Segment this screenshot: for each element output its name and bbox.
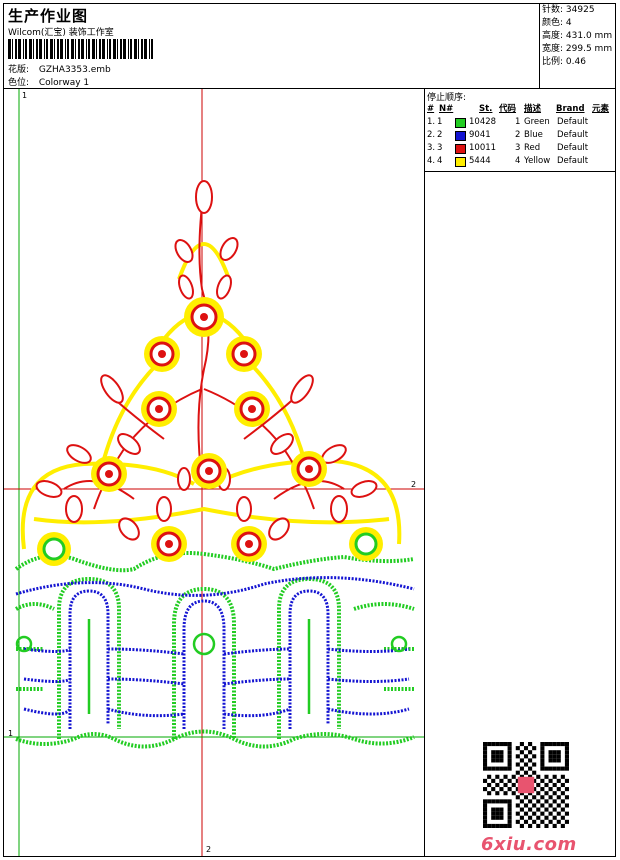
cell-n: 4 (437, 156, 443, 166)
stat-scale: 比例: 0.46 (542, 57, 586, 67)
cell-desc: Blue (524, 130, 543, 140)
colorway-row: 色位: Colorway 1 (8, 75, 89, 88)
table-row[interactable]: 1. 1 10428 1 Green Default (427, 116, 615, 129)
band-ornaments (15, 619, 408, 714)
cell-code: 3 (515, 143, 521, 153)
stat-width: 宽度: 299.5 mm (542, 44, 613, 54)
guide-label-top: 1 (22, 91, 28, 100)
cell-brand: Default (557, 117, 589, 127)
barcode (8, 39, 153, 59)
design-file-label: 花版: (8, 65, 30, 75)
color-swatch (455, 144, 466, 154)
cell-desc: Yellow (524, 156, 551, 166)
design-file-row: 花版: GZHA3353.emb (8, 62, 111, 75)
cell-stitches: 5444 (469, 156, 491, 166)
stat-stitches: 针数: 34925 (542, 5, 595, 15)
cell-desc: Red (524, 143, 541, 153)
cell-idx: 4. (427, 156, 436, 166)
cell-desc: Green (524, 117, 550, 127)
cell-brand: Default (557, 143, 589, 153)
watermark-site: 6xiu.com (481, 834, 577, 855)
table-row[interactable]: 3. 3 10011 3 Red Default (427, 142, 615, 155)
stat-colors: 颜色: 4 (542, 18, 572, 28)
stop-sequence-title: 停止顺序: (427, 93, 467, 103)
cell-idx: 3. (427, 143, 436, 153)
colorway-value: Colorway 1 (38, 78, 90, 88)
stop-sequence-table: # N# St. 代码 描述 Brand 元素 1. 1 10428 1 Green De… (427, 103, 615, 168)
cell-idx: 1. (427, 117, 436, 127)
color-swatch (455, 157, 466, 167)
cell-stitches: 9041 (469, 130, 491, 140)
stat-height: 高度: 431.0 mm (542, 31, 613, 41)
cell-n: 3 (437, 143, 443, 153)
page-title: 生产作业图 (8, 7, 89, 25)
panel-divider (425, 171, 616, 172)
table-row[interactable]: 4. 4 5444 4 Yellow Default (427, 155, 615, 168)
guide-label-left: 1 (8, 729, 14, 738)
color-swatch (455, 131, 466, 141)
cell-stitches: 10428 (469, 117, 497, 127)
stats-panel: 针数: 34925 颜色: 4 高度: 431.0 mm 宽度: 299.5 m… (539, 4, 616, 88)
guide-label-bottom: 2 (206, 845, 212, 854)
cell-n: 1 (437, 117, 443, 127)
color-swatch (455, 118, 466, 128)
cell-stitches: 10011 (469, 143, 497, 153)
cell-idx: 2. (427, 130, 436, 140)
blue-band (15, 576, 415, 729)
guide-label-right: 2 (411, 480, 417, 489)
header-block: 生产作业图 Wilcom(汇宝) 装饰工作室 花版: GZHA3353.emb … (4, 4, 615, 89)
cell-code: 2 (515, 130, 521, 140)
cell-brand: Default (557, 156, 589, 166)
qr-code[interactable] (483, 742, 569, 828)
worksheet: 生产作业图 Wilcom(汇宝) 装饰工作室 花版: GZHA3353.emb … (3, 3, 616, 857)
cell-code: 4 (515, 156, 521, 166)
cell-n: 2 (437, 130, 443, 140)
embroidery-design (4, 89, 424, 856)
studio-name: Wilcom(汇宝) 装饰工作室 (8, 28, 114, 38)
design-file-value: GZHA3353.emb (38, 65, 111, 75)
cell-code: 1 (515, 117, 521, 127)
color-panel: 停止顺序: # N# St. 代码 描述 Brand 元素 1. 1 10428 1 G… (424, 89, 616, 856)
cell-brand: Default (557, 130, 589, 140)
table-header: # N# St. 代码 描述 Brand 元素 (427, 104, 610, 114)
flowers (37, 297, 383, 566)
design-canvas[interactable]: 1 2 1 2 (4, 89, 424, 856)
table-row[interactable]: 2. 2 9041 2 Blue Default (427, 129, 615, 142)
colorway-label: 色位: (8, 78, 30, 88)
